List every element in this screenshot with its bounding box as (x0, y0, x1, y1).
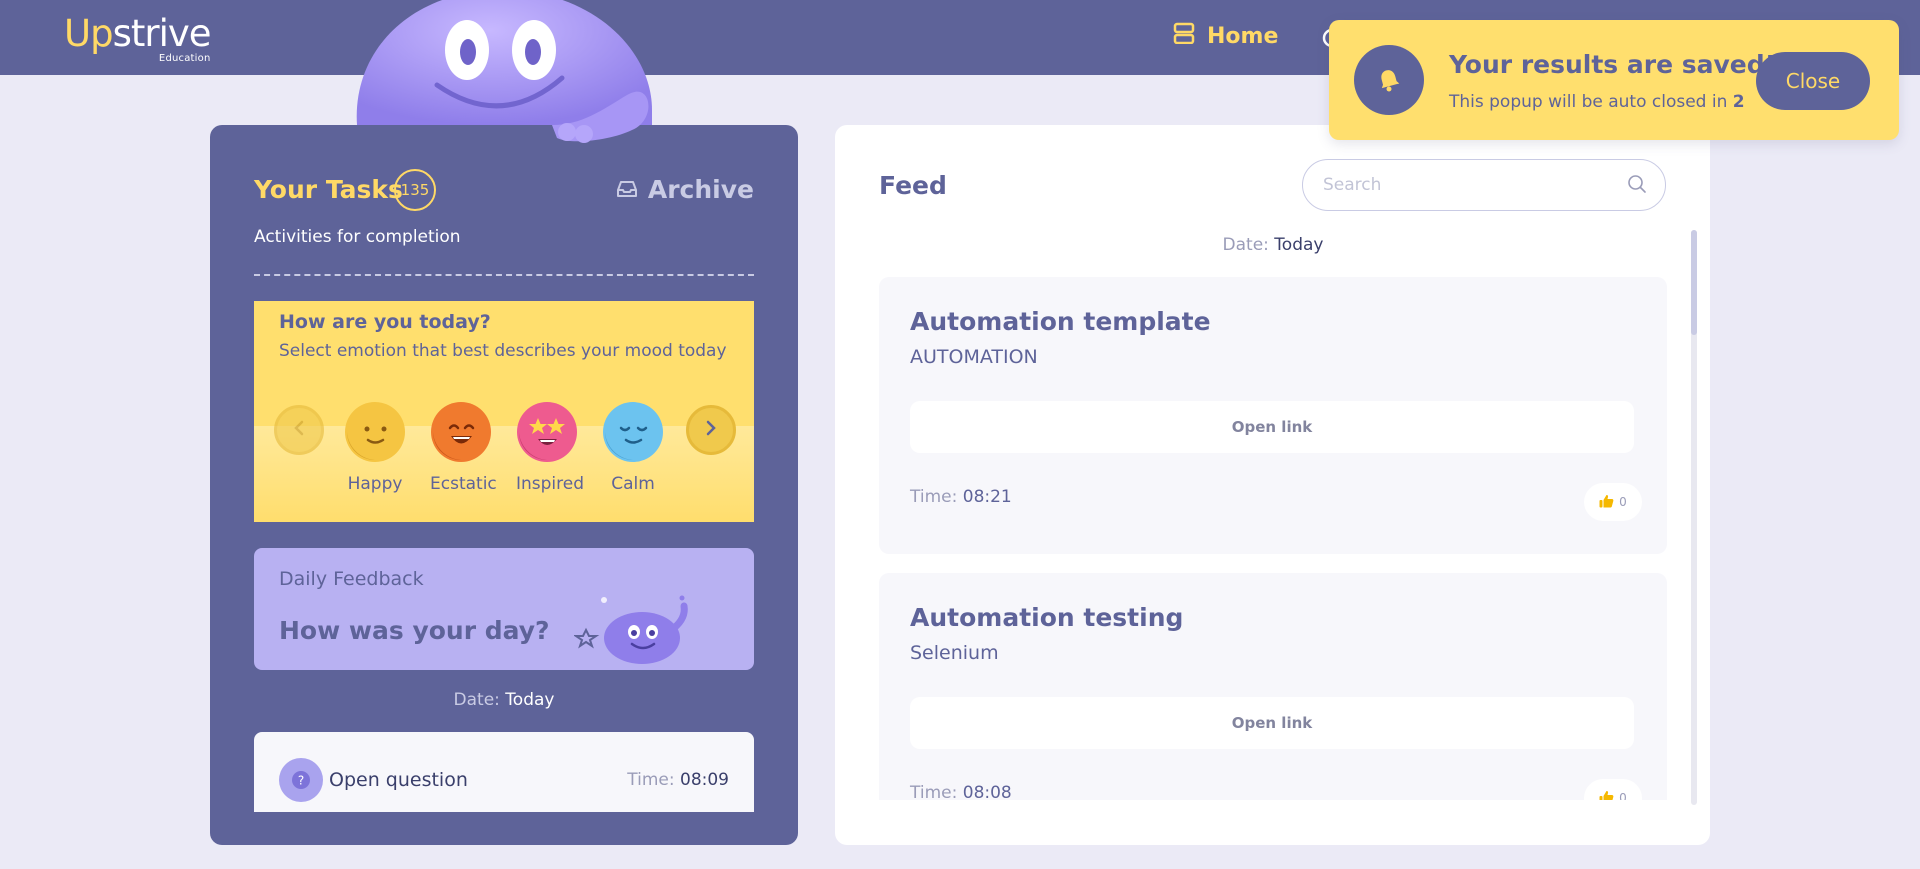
feed-list: Automation template AUTOMATION Open link… (879, 277, 1667, 800)
scrollbar-thumb[interactable] (1691, 230, 1697, 335)
tasks-date: Date: Today (210, 690, 798, 710)
question-icon: ? (279, 758, 323, 802)
blob-mascot-icon (572, 588, 704, 670)
feedback-question: How was your day? (279, 616, 550, 645)
like-count: 0 (1619, 791, 1627, 800)
feed-search (1302, 159, 1666, 211)
tasks-panel: Your Tasks 135 Archive Activities for co… (210, 125, 798, 845)
emotion-label: Ecstatic (430, 474, 497, 494)
emotion-ecstatic[interactable]: Ecstatic (430, 401, 497, 494)
emotion-happy[interactable]: Happy (344, 401, 406, 494)
task-time: Time: 08:09 (627, 770, 729, 790)
upstrive-logo[interactable]: Upstrive Education (64, 12, 212, 64)
svg-text:?: ? (298, 774, 304, 788)
time-label: Time: (910, 487, 958, 507)
emotion-label: Inspired (516, 474, 585, 494)
feed-card-time: Time: 08:08 (910, 783, 1012, 800)
emotion-inspired[interactable]: Inspired (516, 401, 585, 494)
feed-card: Automation template AUTOMATION Open link… (879, 277, 1667, 554)
inspired-face-icon (517, 402, 577, 462)
mood-card: How are you today? Select emotion that b… (254, 301, 754, 522)
tasks-title: Your Tasks (254, 175, 403, 204)
tasks-count-badge: 135 (394, 169, 436, 211)
thumbs-up-icon (1599, 494, 1614, 511)
logo-text-up: Up (64, 12, 114, 55)
feed-card-title: Automation template (910, 307, 1211, 336)
task-item-open-question[interactable]: ? Open question Time: 08:09 (254, 732, 754, 812)
like-button[interactable]: 0 (1584, 779, 1642, 800)
emotion-calm[interactable]: Calm (602, 401, 664, 494)
like-count: 0 (1619, 495, 1627, 509)
time-value: 08:09 (680, 770, 729, 790)
calm-face-icon (603, 402, 663, 462)
toast-message: This popup will be auto closed in 2 (1449, 92, 1745, 112)
search-input[interactable] (1323, 160, 1613, 210)
time-value: 08:08 (962, 783, 1012, 800)
time-value: 08:21 (962, 487, 1012, 507)
time-label: Time: (627, 770, 675, 790)
feed-card-title: Automation testing (910, 603, 1184, 632)
emotion-label: Calm (611, 474, 655, 494)
mood-prev-button[interactable] (274, 405, 324, 455)
chevron-right-icon (703, 420, 719, 440)
task-type: Open question (329, 769, 468, 791)
ecstatic-face-icon (431, 402, 491, 462)
date-label: Date: (1222, 235, 1269, 255)
saved-toast: Your results are saved! This popup will … (1329, 20, 1899, 140)
feed-card: Automation testing Selenium Open link Ti… (879, 573, 1667, 800)
open-link-button[interactable]: Open link (910, 697, 1634, 749)
inbox-icon (616, 175, 638, 204)
close-button[interactable]: Close (1756, 52, 1870, 110)
feed-card-category: Selenium (910, 642, 999, 664)
mascot-illustration (352, 0, 662, 145)
logo-text-strive: strive (112, 12, 212, 55)
toast-message-text: This popup will be auto closed in (1449, 92, 1728, 112)
chevron-left-icon (291, 420, 307, 440)
search-icon[interactable] (1627, 174, 1647, 198)
feed-date: Date: Today (879, 235, 1667, 255)
daily-feedback-card[interactable]: Daily Feedback How was your day? (254, 548, 754, 670)
archive-button[interactable]: Archive (616, 175, 754, 204)
time-label: Time: (910, 783, 958, 800)
feed-card-category: AUTOMATION (910, 346, 1038, 368)
feed-panel: Feed Date: Today Automation template AUT… (835, 125, 1710, 845)
tasks-subtitle: Activities for completion (254, 227, 461, 247)
emotion-label: Happy (347, 474, 403, 494)
mood-card-background (254, 426, 754, 522)
toast-title: Your results are saved! (1449, 50, 1777, 79)
feedback-title: Daily Feedback (279, 568, 424, 590)
feed-title: Feed (879, 171, 947, 200)
thumbs-up-icon (1599, 790, 1614, 800)
nav-home-label: Home (1207, 23, 1279, 49)
nav-home-link[interactable]: Home (1173, 22, 1278, 50)
like-button[interactable]: 0 (1584, 483, 1642, 521)
logo-subtitle: Education (158, 53, 211, 64)
archive-label: Archive (647, 175, 754, 204)
mood-next-button[interactable] (686, 405, 736, 455)
happy-face-icon (345, 402, 405, 462)
home-icon (1173, 22, 1195, 50)
mood-subtitle: Select emotion that best describes your … (279, 341, 727, 361)
open-link-button[interactable]: Open link (910, 401, 1634, 453)
feed-scrollbar[interactable] (1691, 230, 1697, 805)
mood-title: How are you today? (279, 311, 491, 333)
date-value: Today (505, 690, 555, 710)
feed-card-time: Time: 08:21 (910, 487, 1012, 507)
bell-icon (1354, 45, 1424, 115)
divider (254, 274, 754, 276)
date-label: Date: (453, 690, 500, 710)
date-value: Today (1274, 235, 1324, 255)
toast-countdown: 2 (1732, 92, 1745, 112)
